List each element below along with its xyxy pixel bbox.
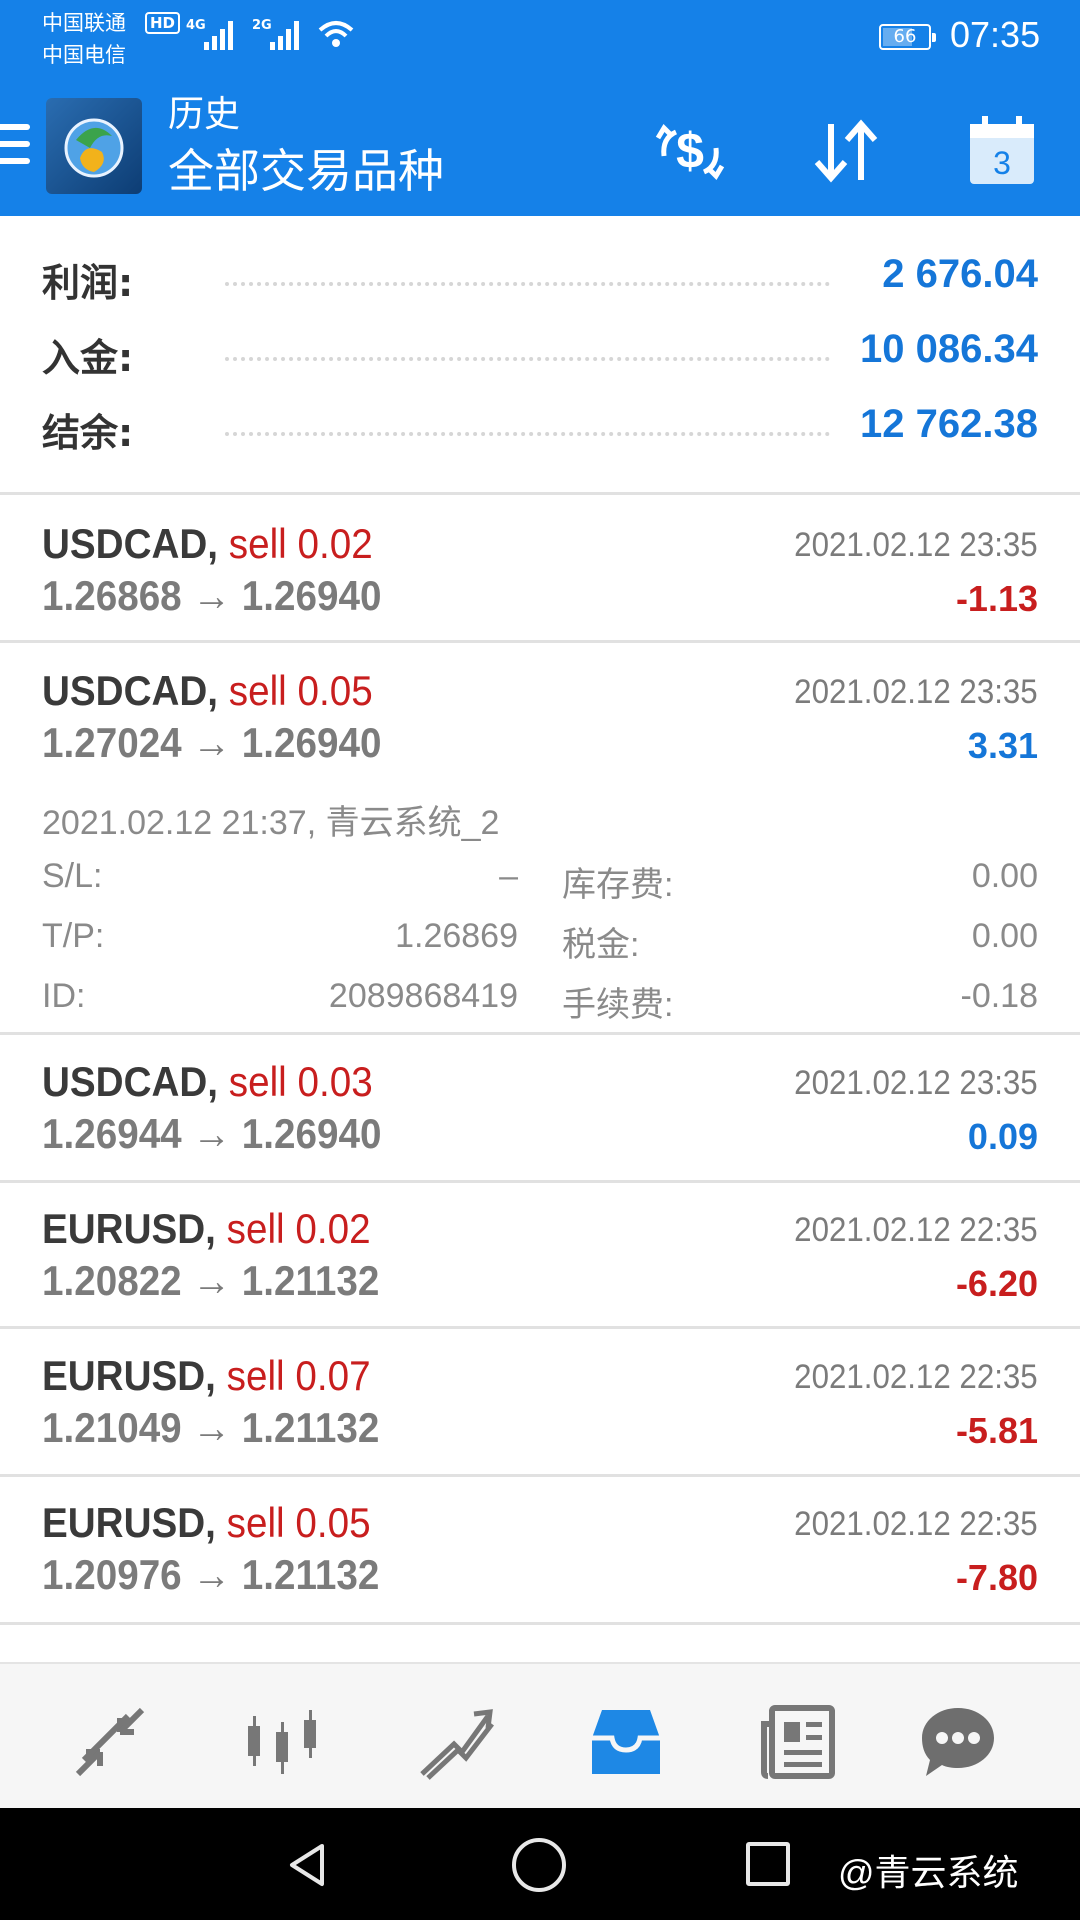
summary-label: 结余: — [42, 411, 134, 455]
trade-time: 2021.02.12 23:35 — [794, 673, 1038, 711]
divider — [0, 1032, 1080, 1035]
signal-icon — [270, 21, 299, 50]
divider — [0, 1326, 1080, 1329]
quotes-icon[interactable] — [70, 1702, 150, 1782]
trade-icon[interactable] — [414, 1702, 494, 1782]
status-bar: 中国联通 中国电信 HD 4G 2G 66 07:35 — [0, 0, 1080, 88]
hd-badge: HD — [145, 12, 181, 34]
page-title: 历史 — [168, 94, 241, 135]
summary-label: 利润: — [42, 261, 134, 305]
trade-time: 2021.02.12 23:35 — [794, 1064, 1038, 1102]
id-value: 2089868419 — [328, 977, 518, 1015]
swap-value: 0.00 — [971, 857, 1038, 895]
trade-time: 2021.02.12 23:35 — [794, 526, 1038, 564]
swap-label: 库存费: — [562, 866, 674, 904]
trade-profit: 0.09 — [967, 1116, 1038, 1157]
trade-symbol: EURUSD, — [42, 1499, 216, 1546]
carrier-1: 中国联通 — [42, 11, 126, 35]
tax-value: 0.00 — [971, 917, 1038, 955]
system-nav-bar: @青云系统 — [0, 1808, 1080, 1920]
account-summary: 利润: 2 676.04 入金: 10 086.34 结余: 12 762.38 — [0, 244, 1080, 469]
summary-deposit: 入金: 10 086.34 — [0, 319, 1080, 394]
trade-symbol: USDCAD, — [42, 1058, 219, 1105]
trade-symbol: USDCAD, — [42, 667, 219, 714]
history-icon[interactable] — [586, 1702, 666, 1782]
menu-icon[interactable] — [0, 124, 30, 174]
divider — [0, 1474, 1080, 1477]
battery-icon: 66 — [879, 24, 936, 50]
id-label: ID: — [42, 977, 86, 1015]
trade-symbol: EURUSD, — [42, 1205, 216, 1252]
summary-label: 入金: — [42, 336, 134, 380]
svg-text:3: 3 — [993, 145, 1011, 181]
bottom-nav — [0, 1662, 1080, 1808]
signal-icon — [204, 21, 233, 50]
trade-prices: 1.21049 → 1.21132 — [42, 1404, 380, 1451]
trade-side: sell 0.03 — [228, 1058, 373, 1105]
back-icon[interactable] — [282, 1840, 332, 1890]
watermark: @青云系统 — [838, 1852, 1019, 1893]
wifi-icon — [318, 21, 354, 47]
battery-level: 66 — [893, 26, 917, 47]
summary-profit: 利润: 2 676.04 — [0, 244, 1080, 319]
trade-side: sell 0.02 — [228, 520, 373, 567]
summary-value: 10 086.34 — [860, 327, 1038, 371]
sort-icon[interactable] — [803, 110, 887, 194]
symbol-filter[interactable]: 全部交易品种 — [168, 142, 444, 200]
trade-side: sell 0.05 — [228, 667, 373, 714]
divider — [0, 1622, 1080, 1625]
sl-label: S/L: — [42, 857, 103, 895]
trade-profit: -7.80 — [955, 1557, 1038, 1598]
fee-label: 手续费: — [562, 986, 674, 1024]
summary-value: 2 676.04 — [882, 252, 1038, 296]
trade-profit: -1.13 — [955, 578, 1038, 619]
app-logo — [46, 98, 142, 194]
trade-time: 2021.02.12 22:35 — [794, 1358, 1038, 1396]
dollar-exchange-icon[interactable]: $ — [648, 110, 732, 194]
home-icon[interactable] — [512, 1838, 566, 1892]
sl-value: – — [499, 857, 518, 895]
trade-profit: -6.20 — [955, 1263, 1038, 1304]
chart-icon[interactable] — [242, 1702, 322, 1782]
trade-side: sell 0.05 — [226, 1499, 371, 1546]
trade-prices: 1.27024 → 1.26940 — [42, 719, 382, 766]
status-time: 07:35 — [950, 14, 1041, 55]
tax-label: 税金: — [562, 926, 640, 964]
trade-prices: 1.20976 → 1.21132 — [42, 1551, 380, 1598]
chat-icon[interactable] — [918, 1702, 998, 1782]
tp-label: T/P: — [42, 917, 105, 955]
trade-symbol: EURUSD, — [42, 1352, 216, 1399]
recents-icon[interactable] — [746, 1842, 790, 1886]
trade-profit: 3.31 — [967, 725, 1038, 766]
svg-text:$: $ — [676, 123, 704, 179]
trade-profit: -5.81 — [955, 1410, 1038, 1451]
summary-value: 12 762.38 — [860, 402, 1038, 446]
trade-prices: 1.20822 → 1.21132 — [42, 1257, 380, 1304]
trade-symbol: USDCAD, — [42, 520, 219, 567]
trade-open-info: 2021.02.12 21:37, 青云系统_2 — [42, 804, 500, 842]
trade-time: 2021.02.12 22:35 — [794, 1505, 1038, 1543]
trade-side: sell 0.02 — [226, 1205, 371, 1252]
app-bar: 历史 全部交易品种 $ 3 — [0, 88, 1080, 216]
divider — [0, 492, 1080, 495]
news-icon[interactable] — [758, 1702, 838, 1782]
divider — [0, 640, 1080, 643]
trade-side: sell 0.07 — [226, 1352, 371, 1399]
fee-value: -0.18 — [960, 977, 1039, 1015]
carrier-2: 中国电信 — [42, 43, 126, 67]
calendar-icon[interactable]: 3 — [960, 110, 1044, 194]
trade-time: 2021.02.12 22:35 — [794, 1211, 1038, 1249]
trade-prices: 1.26944 → 1.26940 — [42, 1110, 382, 1157]
tp-value: 1.26869 — [395, 917, 518, 955]
summary-balance: 结余: 12 762.38 — [0, 394, 1080, 469]
trade-prices: 1.26868 → 1.26940 — [42, 572, 382, 619]
divider — [0, 1180, 1080, 1183]
